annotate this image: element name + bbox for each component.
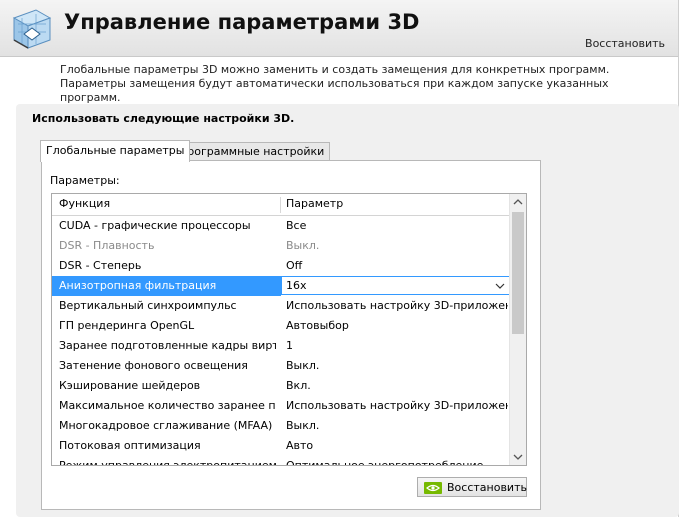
tab-global-settings[interactable]: Глобальные параметры [40, 140, 191, 162]
table-row[interactable]: DSR - Степерь Off [52, 256, 510, 276]
settings-grid[interactable]: Функция Параметр CUDA - графические проц… [51, 193, 527, 466]
column-header-value[interactable]: Параметр [286, 194, 508, 214]
restore-button[interactable]: Восстановить [417, 477, 527, 497]
grid-header: Функция Параметр [52, 194, 510, 216]
vertical-scrollbar[interactable] [509, 194, 526, 465]
value-cell: 1 [286, 339, 293, 352]
value-cell: Автовыбор [286, 319, 349, 332]
feature-cell: ГП рендеринга OpenGL [59, 319, 195, 332]
feature-cell: Затенение фонового освещения [59, 359, 248, 372]
value-cell: Выкл. [286, 359, 320, 372]
table-row[interactable]: Заранее подготовленные кадры вирту… 1 [52, 336, 510, 356]
value-cell: Авто [286, 439, 314, 452]
value-cell: Все [286, 219, 307, 232]
nvidia-logo-icon [424, 482, 442, 494]
table-row[interactable]: Вертикальный синхроимпульс Использовать н… [52, 296, 510, 316]
table-row[interactable]: Анизотропная фильтрация 16x [52, 276, 510, 296]
dropdown-value: 16x [286, 279, 307, 292]
grid-rows: CUDA - графические процессоры Все DSR - Пл… [52, 216, 510, 465]
table-row[interactable]: Кэширование шейдеров Вкл. [52, 376, 510, 396]
grid-content: Функция Параметр CUDA - графические проц… [52, 194, 510, 465]
table-row[interactable]: Режим управления электропитанием Оптималь… [52, 456, 510, 465]
table-row[interactable]: ГП рендеринга OpenGL Автовыбор [52, 316, 510, 336]
table-row[interactable]: DSR - Плавность Выкл. [52, 236, 510, 256]
3d-settings-cube-icon [12, 9, 52, 49]
feature-cell: Вертикальный синхроимпульс [59, 299, 237, 312]
value-cell: Использовать настройку 3D-приложения [286, 299, 508, 312]
table-row[interactable]: CUDA - графические процессоры Все [52, 216, 510, 236]
table-row[interactable]: Максимальное количество заранее под… Испо… [52, 396, 510, 416]
table-row[interactable]: Затенение фонового освещения Выкл. [52, 356, 510, 376]
value-cell: Выкл. [286, 239, 320, 252]
value-cell: Выкл. [286, 419, 320, 432]
tab-program-settings[interactable]: Программные настройки [173, 142, 331, 161]
value-cell: Использовать настройку 3D-приложения [286, 399, 508, 412]
value-dropdown[interactable]: 16x [281, 276, 510, 295]
scroll-up-arrow-icon[interactable] [510, 194, 526, 210]
feature-cell: Многокадровое сглаживание (MFAA) [59, 419, 273, 432]
section-heading: Использовать следующие настройки 3D. [32, 112, 295, 125]
feature-cell: Кэширование шейдеров [59, 379, 201, 392]
feature-cell: Анизотропная фильтрация [52, 276, 281, 296]
column-header-feature[interactable]: Функция [59, 194, 276, 214]
chevron-down-icon[interactable] [495, 282, 505, 290]
restore-defaults-link[interactable]: Восстановить [585, 37, 665, 50]
feature-cell: CUDA - графические процессоры [59, 219, 251, 232]
value-cell: Вкл. [286, 379, 311, 392]
page-title: Управление параметрами 3D [64, 10, 420, 34]
page-description: Глобальные параметры 3D можно заменить и… [60, 63, 610, 104]
feature-cell: Максимальное количество заранее под… [59, 399, 276, 412]
table-row[interactable]: Многокадровое сглаживание (MFAA) Выкл. [52, 416, 510, 436]
table-row[interactable]: Потоковая оптимизация Авто [52, 436, 510, 456]
restore-button-label: Восстановить [447, 481, 527, 494]
scrollbar-thumb[interactable] [512, 212, 524, 334]
feature-cell: Режим управления электропитанием [59, 456, 276, 465]
value-cell: Оптимальное энергопотребление [286, 456, 508, 465]
scroll-down-arrow-icon[interactable] [510, 449, 526, 465]
column-divider[interactable] [280, 197, 281, 213]
feature-cell: DSR - Степерь [59, 259, 142, 272]
page-header: Управление параметрами 3D Восстановить [0, 0, 679, 57]
value-cell: Off [286, 259, 303, 272]
feature-cell: DSR - Плавность [59, 239, 155, 252]
parameters-label: Параметры: [50, 174, 120, 187]
feature-cell: Заранее подготовленные кадры вирту… [59, 339, 276, 352]
feature-cell: Потоковая оптимизация [59, 439, 201, 452]
